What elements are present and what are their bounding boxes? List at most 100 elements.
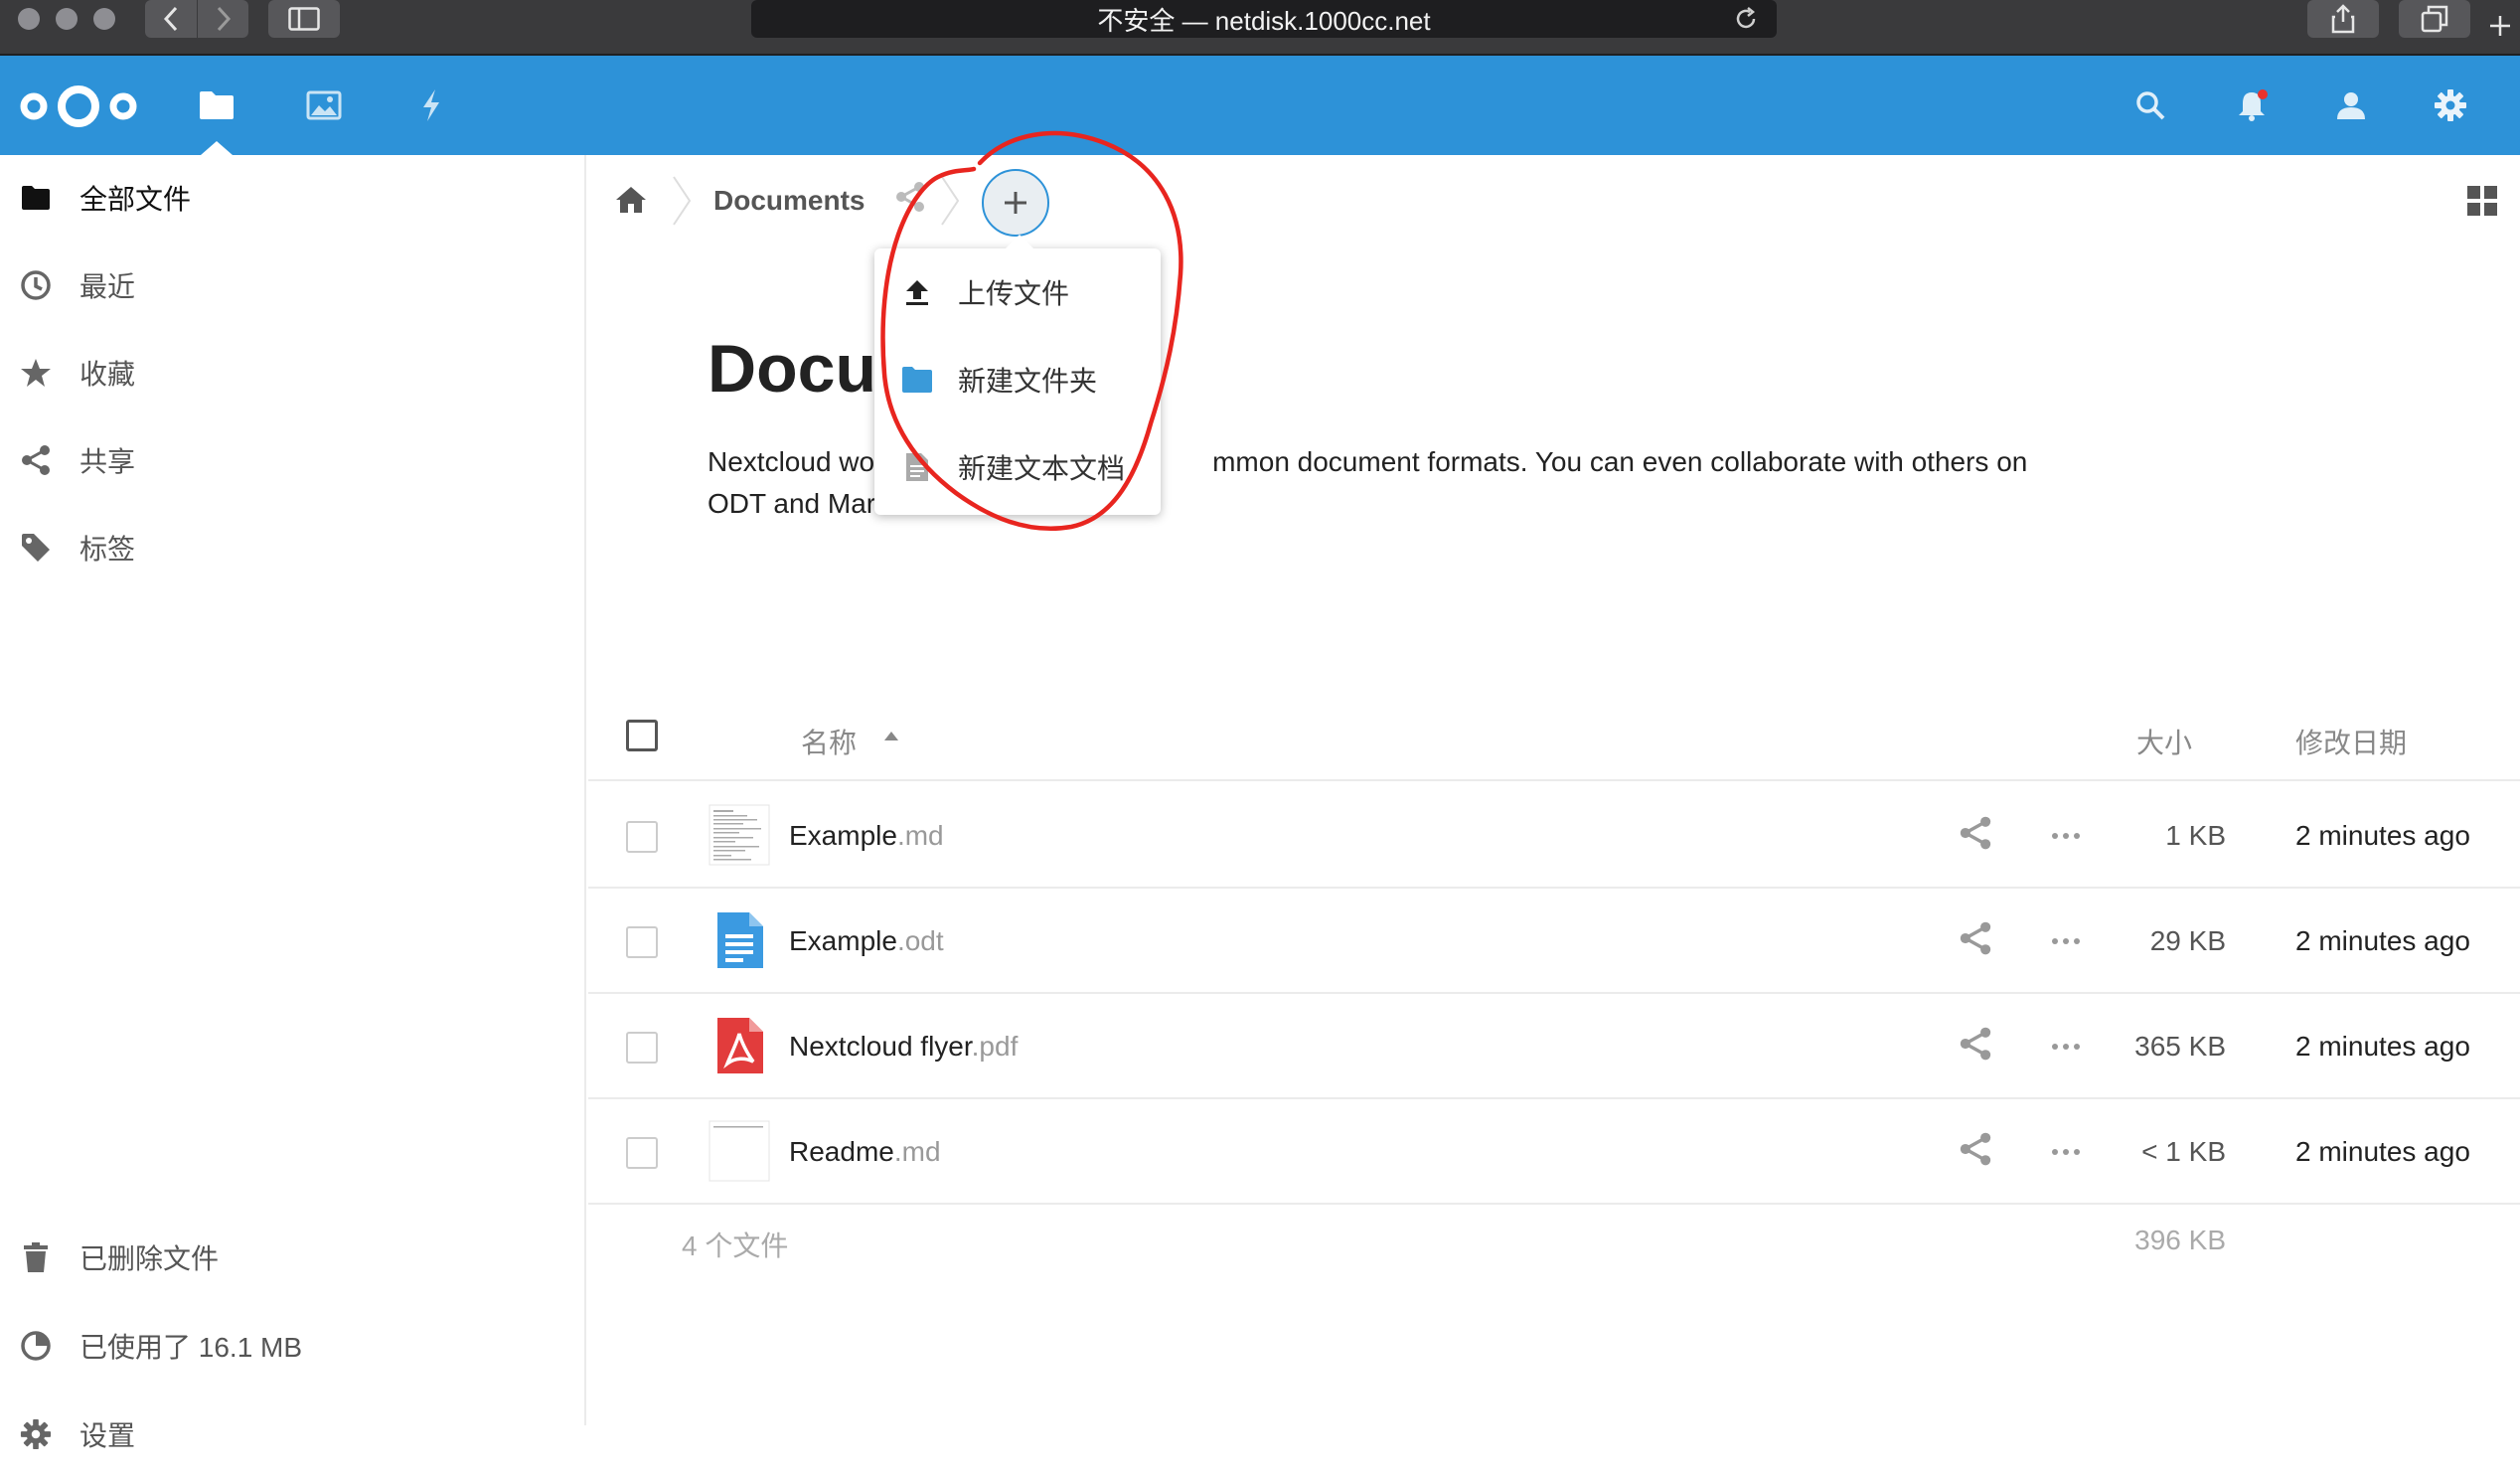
back-button[interactable]: [145, 0, 197, 38]
table-row[interactable]: Readme.md < 1 KB 2 minutes ago: [588, 1099, 2520, 1205]
row-checkbox[interactable]: [626, 1032, 658, 1064]
file-extension: .pdf: [971, 1031, 1019, 1062]
file-size: 29 KB: [2149, 925, 2226, 956]
browser-toolbar: 不安全 — netdisk.1000cc.net: [0, 0, 2520, 56]
app-navigation: 全部文件 最近 收藏 共享 标签 已删除文件 已使用了 16.1 MB 设置: [0, 155, 586, 1451]
file-modified: 2 minutes ago: [2295, 1136, 2470, 1167]
sidebar-item-shares[interactable]: 共享: [0, 417, 586, 503]
lightning-icon: [423, 89, 439, 121]
file-size: 1 KB: [2165, 820, 2226, 851]
settings-menu-button[interactable]: [2431, 85, 2470, 125]
file-count-summary: 4 个文件: [682, 1231, 789, 1261]
address-bar[interactable]: 不安全 — netdisk.1000cc.net: [751, 0, 1777, 38]
file-basename: Example: [789, 925, 897, 956]
file-extension: .odt: [896, 925, 944, 956]
sidebar-item-favorites[interactable]: 收藏: [0, 330, 586, 415]
file-name[interactable]: Example.odt: [789, 925, 944, 957]
sidebar-item-tags[interactable]: 标签: [0, 505, 586, 590]
folder-icon: [900, 363, 934, 397]
files-app-button[interactable]: [197, 85, 236, 125]
app-content: Documents Docu Nextcloud wo mmon document…: [588, 130, 2520, 1425]
share-icon[interactable]: [894, 181, 926, 213]
reload-icon[interactable]: [1733, 6, 1759, 32]
sidebar-item-label: 最近: [79, 271, 136, 302]
readme-fragment: Nextcloud wo: [708, 446, 875, 477]
plus-icon: [1005, 192, 1026, 214]
sidebar-item-settings[interactable]: 设置: [0, 1392, 586, 1477]
table-row[interactable]: Example.odt 29 KB 2 minutes ago: [588, 889, 2520, 994]
contacts-icon: [2337, 92, 2365, 119]
sidebar-item-label: 设置: [79, 1420, 136, 1451]
search-icon: [2136, 91, 2165, 120]
row-checkbox[interactable]: [626, 821, 658, 853]
sidebar-item-label: 已删除文件: [79, 1243, 220, 1274]
home-icon[interactable]: [614, 185, 648, 215]
share-icon[interactable]: [1958, 1131, 1993, 1167]
tag-icon: [18, 530, 54, 566]
close-window-button[interactable]: [18, 8, 40, 30]
breadcrumb-documents[interactable]: Documents: [713, 185, 865, 217]
minimize-window-button[interactable]: [56, 8, 78, 30]
new-file-button[interactable]: [982, 169, 1049, 237]
grid-view-icon[interactable]: [2466, 185, 2498, 217]
file-modified: 2 minutes ago: [2295, 925, 2470, 956]
file-name[interactable]: Nextcloud flyer.pdf: [789, 1031, 1018, 1063]
total-size-summary: 396 KB: [2134, 1225, 2226, 1255]
file-size: 365 KB: [2134, 1031, 2226, 1062]
size-column-header[interactable]: 大小: [2136, 722, 2192, 761]
notification-badge: [2258, 89, 2268, 99]
more-actions-icon[interactable]: [2049, 1135, 2083, 1169]
share-icon[interactable]: [1958, 815, 1993, 851]
upload-file-item[interactable]: 上传文件: [874, 248, 1161, 336]
new-text-document-item[interactable]: 新建文本文档: [874, 423, 1161, 511]
share-icon[interactable]: [1958, 920, 1993, 956]
table-row[interactable]: Example.md 1 KB 2 minutes ago: [588, 783, 2520, 889]
modified-column-header[interactable]: 修改日期: [2295, 722, 2407, 761]
row-checkbox[interactable]: [626, 1137, 658, 1169]
nextcloud-logo[interactable]: [18, 82, 139, 131]
search-button[interactable]: [2130, 85, 2170, 125]
quota-label: 已使用了 16.1 MB: [79, 1332, 303, 1363]
new-tab-icon[interactable]: [2488, 14, 2512, 38]
sidebar-item-recent[interactable]: 最近: [0, 243, 586, 328]
active-app-indicator: [201, 141, 233, 155]
name-column-header[interactable]: 名称: [801, 722, 857, 761]
folder-icon: [18, 180, 54, 216]
show-sidebar-button[interactable]: [268, 0, 340, 38]
trash-icon: [18, 1239, 54, 1275]
share-icon[interactable]: [1958, 1026, 1993, 1062]
row-checkbox[interactable]: [626, 926, 658, 958]
gear-icon: [2435, 89, 2466, 121]
new-file-menu: 上传文件 新建文件夹 新建文本文档: [874, 235, 1161, 515]
sidebar-item-deleted-files[interactable]: 已删除文件: [0, 1215, 586, 1300]
photos-app-button[interactable]: [304, 85, 344, 125]
file-modified: 2 minutes ago: [2295, 1031, 2470, 1062]
app-header: [0, 56, 2520, 155]
pdf-icon: [708, 1014, 771, 1077]
select-all-checkbox[interactable]: [626, 720, 658, 751]
history-nav: [145, 0, 248, 38]
sidebar-icon: [288, 7, 320, 31]
forward-button[interactable]: [197, 0, 248, 38]
tab-overview-button[interactable]: [2399, 0, 2470, 38]
sort-ascending-icon: [884, 732, 898, 740]
file-table-header: 名称 大小 修改日期: [588, 682, 2520, 781]
share-upload-icon: [2331, 4, 2355, 34]
new-folder-item[interactable]: 新建文件夹: [874, 336, 1161, 423]
notifications-button[interactable]: [2232, 85, 2272, 125]
activity-app-button[interactable]: [411, 85, 451, 125]
more-actions-icon[interactable]: [2049, 924, 2083, 958]
file-name[interactable]: Readme.md: [789, 1136, 941, 1168]
table-row[interactable]: Nextcloud flyer.pdf 365 KB 2 minutes ago: [588, 994, 2520, 1099]
file-size: < 1 KB: [2141, 1136, 2226, 1167]
storage-quota: 已使用了 16.1 MB: [0, 1303, 586, 1389]
sidebar-item-all-files[interactable]: 全部文件: [0, 155, 586, 241]
contacts-button[interactable]: [2331, 85, 2371, 125]
browser-share-button[interactable]: [2307, 0, 2379, 38]
file-name[interactable]: Example.md: [789, 820, 944, 852]
zoom-window-button[interactable]: [93, 8, 115, 30]
more-actions-icon[interactable]: [2049, 819, 2083, 853]
more-actions-icon[interactable]: [2049, 1030, 2083, 1064]
sidebar-item-label: 收藏: [79, 359, 136, 390]
menu-item-label: 新建文本文档: [958, 453, 1126, 484]
